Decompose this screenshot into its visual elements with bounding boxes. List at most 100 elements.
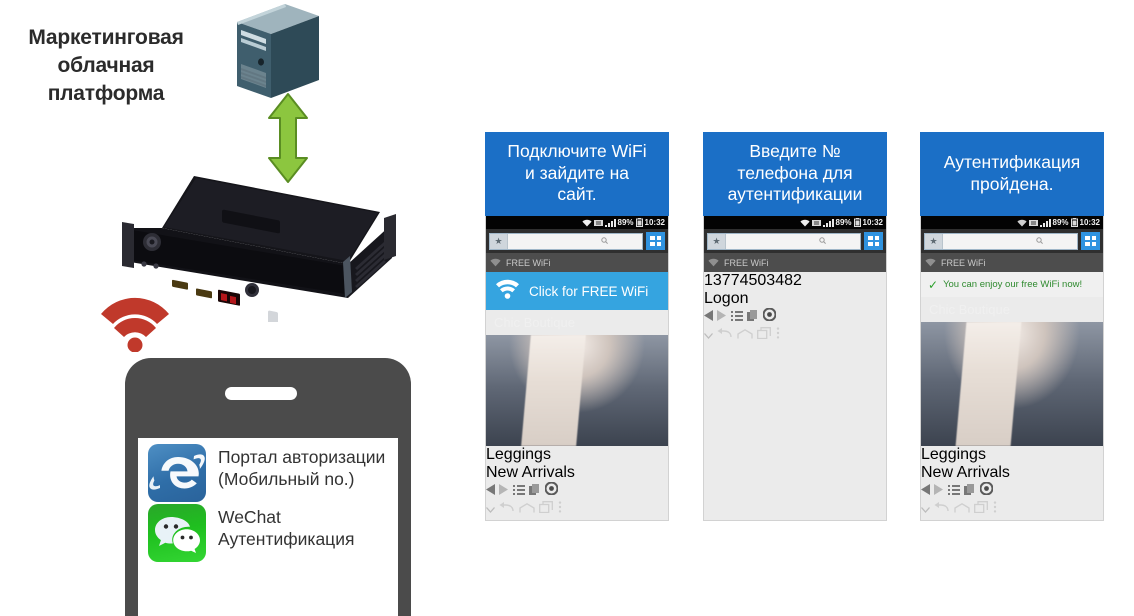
list-menu-icon[interactable] <box>947 482 960 499</box>
search-icon[interactable] <box>1036 236 1077 246</box>
back-triangle-icon[interactable] <box>921 482 930 499</box>
apps-grid-icon[interactable] <box>646 232 665 250</box>
wechat-icon <box>148 504 206 562</box>
clock-label: 10:32 <box>862 217 883 227</box>
logon-button[interactable]: Logon <box>704 290 886 308</box>
status-bar: 89% 10:32 <box>921 216 1103 229</box>
signal-bars-icon <box>604 216 616 232</box>
phone-panel-connect-wifi: Подключите WiFi и зайдите на сайт. 89% 1… <box>485 132 669 521</box>
panel-3-phone-body: 89% 10:32 ★ FREE WiFi ✓ You can enjoy ou… <box>920 216 1104 521</box>
login-form: 13774503482 Logon <box>704 272 886 308</box>
battery-percent-label: 89% <box>617 217 634 227</box>
ssid-label: FREE WiFi <box>506 257 551 268</box>
android-home-icon[interactable] <box>519 500 535 517</box>
new-arrivals-thumbnail[interactable]: New Arrivals <box>921 464 1103 482</box>
android-back-icon[interactable] <box>717 326 733 343</box>
new-arrivals-label: New Arrivals <box>486 464 575 481</box>
boutique-header: Chic Boutique <box>486 310 668 335</box>
phone-panel-enter-phone: Введите № телефона для аутентификации 89… <box>703 132 887 521</box>
wechat-app-row[interactable]: WeChat Аутентификация <box>148 504 398 562</box>
android-back-icon[interactable] <box>934 500 950 517</box>
handset-screen: Портал авторизации (Мобильный no.) WeCha… <box>138 438 398 616</box>
android-home-icon[interactable] <box>954 500 970 517</box>
list-menu-icon[interactable] <box>730 308 743 325</box>
android-nav-bar <box>486 500 668 518</box>
ssid-row: FREE WiFi <box>486 253 668 272</box>
thumbnails-row: Leggings New Arrivals <box>921 446 1103 482</box>
back-triangle-icon[interactable] <box>704 308 713 325</box>
wifi-icon <box>708 254 719 272</box>
wifi-icon <box>925 254 936 272</box>
apps-grid-icon[interactable] <box>1081 232 1100 250</box>
boutique-header: Chic Boutique <box>921 297 1103 322</box>
battery-icon <box>635 216 643 232</box>
android-nav-bar <box>704 326 886 344</box>
tabs-icon[interactable] <box>964 482 975 499</box>
internet-explorer-icon <box>148 444 206 502</box>
list-menu-icon[interactable] <box>512 482 525 499</box>
panel-1-banner-line-2: и зайдите на <box>525 162 629 183</box>
chevron-down-icon[interactable] <box>486 500 495 517</box>
url-input[interactable]: ★ <box>707 232 861 250</box>
search-icon[interactable] <box>601 236 642 246</box>
handset-mockup: Портал авторизации (Мобильный no.) WeCha… <box>125 358 411 616</box>
browser-toolbar <box>921 481 1103 500</box>
star-icon[interactable]: ★ <box>490 233 508 249</box>
cloud-platform-label-line-2: облачная <box>57 53 155 77</box>
android-back-icon[interactable] <box>499 500 515 517</box>
leggings-thumbnail[interactable]: Leggings <box>486 446 668 464</box>
panel-2-phone-body: 89% 10:32 ★ FREE WiFi 13774503482 Logon <box>703 216 887 521</box>
forward-triangle-icon[interactable] <box>499 482 509 499</box>
panel-2-banner: Введите № телефона для аутентификации <box>703 132 887 216</box>
cloud-platform-label-line-1: Маркетинговая <box>28 26 184 49</box>
browser-url-bar: ★ <box>704 229 886 253</box>
back-triangle-icon[interactable] <box>486 482 495 499</box>
bidirectional-sync-arrow-icon <box>266 92 310 184</box>
android-recents-icon[interactable] <box>757 326 772 343</box>
browser-home-icon[interactable] <box>762 307 777 325</box>
android-recents-icon[interactable] <box>974 500 989 517</box>
new-arrivals-thumbnail[interactable]: New Arrivals <box>486 464 668 482</box>
browser-home-icon[interactable] <box>544 481 559 499</box>
panel-1-banner-line-1: Подключите WiFi <box>507 141 647 162</box>
browser-url-bar: ★ <box>486 229 668 253</box>
click-for-free-wifi-button[interactable]: Click for FREE WiFi <box>486 272 668 310</box>
star-icon[interactable]: ★ <box>708 233 726 249</box>
boutique-title: Chic Boutique <box>929 302 1010 317</box>
clock-label: 10:32 <box>644 217 665 227</box>
wifi-broadcast-icon <box>97 296 173 353</box>
browser-home-icon[interactable] <box>979 481 994 499</box>
overflow-menu-icon[interactable] <box>776 326 780 343</box>
url-input[interactable]: ★ <box>924 232 1078 250</box>
apps-grid-icon[interactable] <box>864 232 883 250</box>
forward-triangle-icon[interactable] <box>934 482 944 499</box>
search-icon[interactable] <box>819 236 860 246</box>
panel-1-banner: Подключите WiFi и зайдите на сайт. <box>485 132 669 216</box>
android-home-icon[interactable] <box>737 326 753 343</box>
tabs-icon[interactable] <box>529 482 540 499</box>
portal-app-row[interactable]: Портал авторизации (Мобильный no.) <box>148 444 398 502</box>
leggings-label: Leggings <box>486 446 551 463</box>
phone-panel-auth-success: Аутентификация пройдена. 89% 10:32 ★ FRE… <box>920 132 1104 521</box>
leggings-thumbnail[interactable]: Leggings <box>921 446 1103 464</box>
forward-triangle-icon[interactable] <box>717 308 727 325</box>
overflow-menu-icon[interactable] <box>558 500 562 517</box>
chevron-down-icon[interactable] <box>704 326 713 343</box>
boutique-title: Chic Boutique <box>494 315 575 330</box>
android-recents-icon[interactable] <box>539 500 554 517</box>
phone-number-input[interactable]: 13774503482 <box>704 272 886 290</box>
battery-icon <box>1070 216 1078 232</box>
url-input[interactable]: ★ <box>489 232 643 250</box>
status-bar: 89% 10:32 <box>704 216 886 229</box>
wifi-icon <box>490 254 501 272</box>
sync-icon <box>1028 216 1038 232</box>
chevron-down-icon[interactable] <box>921 500 930 517</box>
star-icon[interactable]: ★ <box>925 233 943 249</box>
tabs-icon[interactable] <box>747 308 758 325</box>
runway-photo <box>486 335 668 446</box>
status-bar: 89% 10:32 <box>486 216 668 229</box>
overflow-menu-icon[interactable] <box>993 500 997 517</box>
panel-2-banner-line-1: Введите № <box>749 141 841 162</box>
ssid-label: FREE WiFi <box>724 257 769 268</box>
clock-label: 10:32 <box>1079 217 1100 227</box>
